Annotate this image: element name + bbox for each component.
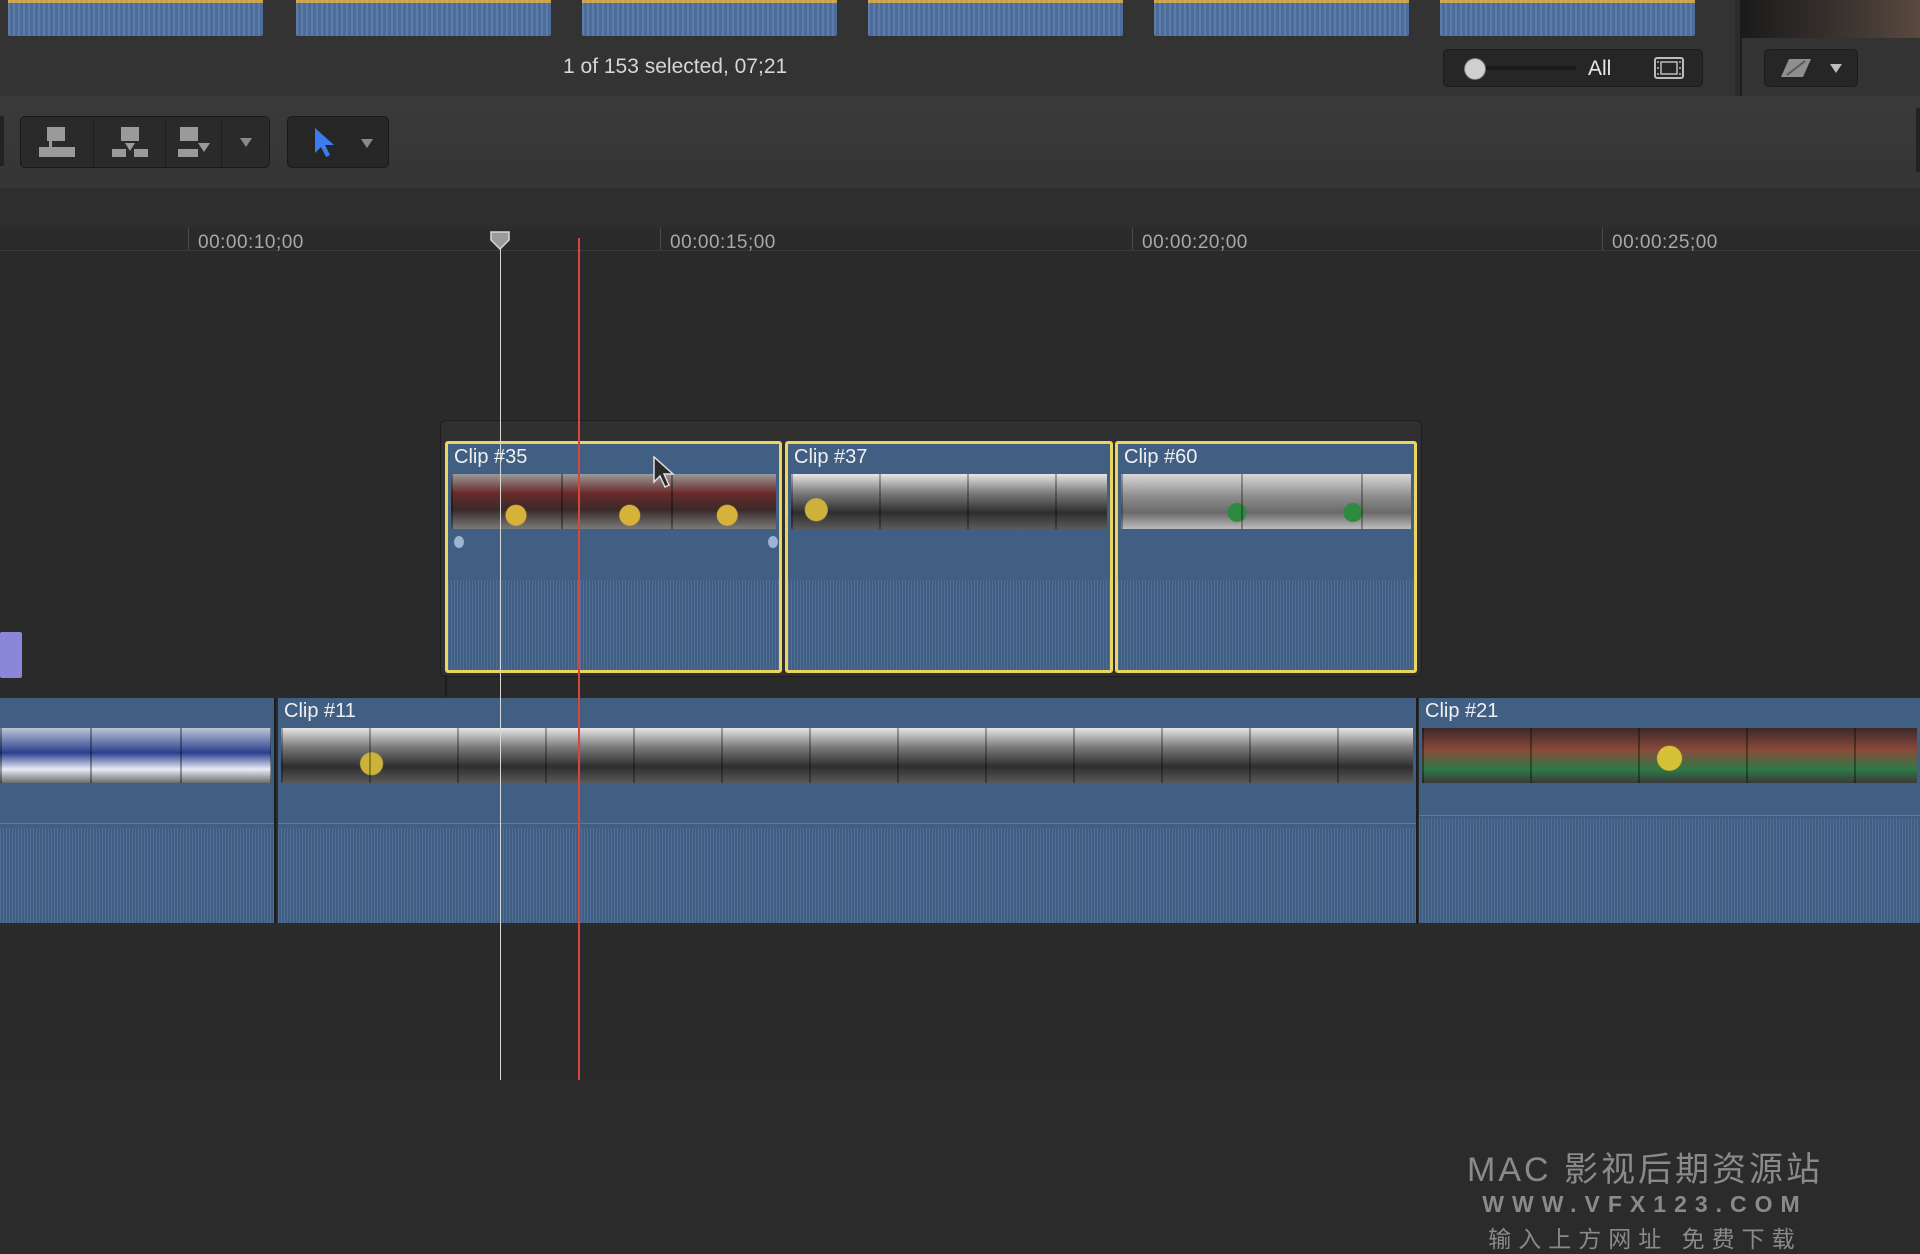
zoom-all-label[interactable]: All [1588, 57, 1611, 81]
tools-popup-button[interactable] [287, 116, 389, 168]
chevron-down-icon[interactable] [1829, 62, 1843, 74]
connect-clip-button[interactable] [21, 117, 91, 167]
playhead-handle-icon[interactable] [489, 230, 511, 250]
connected-clip-edge[interactable] [0, 632, 22, 678]
skimmer-line [578, 238, 580, 1080]
clip-name: Clip #11 [284, 700, 356, 722]
effects-icon [1781, 59, 1811, 77]
volume-line[interactable] [0, 823, 274, 824]
append-clip-icon [178, 127, 210, 157]
watermark-title: MAC 影视后期资源站 [1467, 1151, 1823, 1189]
chevron-down-icon [361, 139, 373, 148]
clip-thumbnails [791, 474, 1107, 529]
edit-menu-button[interactable] [221, 117, 270, 167]
clip-name: Clip #21 [1425, 700, 1499, 722]
clip-name: Clip #35 [454, 446, 528, 468]
browser-filmstrip [0, 0, 1735, 38]
insert-clip-icon [112, 127, 148, 157]
clip-thumbnails [1422, 728, 1917, 783]
volume-line[interactable] [278, 823, 1416, 824]
browser-clip-thumbnail[interactable] [8, 0, 263, 36]
audio-waveform [448, 580, 779, 670]
audio-waveform [278, 828, 1416, 923]
browser-clip-thumbnail[interactable] [1440, 0, 1695, 36]
panel-edge [1916, 108, 1920, 172]
clip-thumbnails [1121, 474, 1411, 529]
timeline-toolbar [0, 96, 1920, 189]
primary-clip[interactable]: Clip #11 [278, 698, 1418, 923]
audio-waveform [0, 828, 274, 923]
timeline-header-band [0, 188, 1920, 228]
edit-buttons-group [20, 116, 270, 168]
filmstrip-icon[interactable] [1654, 57, 1684, 79]
chevron-down-icon [240, 138, 252, 147]
primary-clip[interactable] [0, 698, 276, 923]
zoom-slider-knob[interactable] [1464, 58, 1486, 80]
browser-clip-thumbnail[interactable] [1154, 0, 1409, 36]
timeline-ruler[interactable]: 00:00:10;00 00:00:15;00 00:00:20;00 00:0… [0, 228, 1920, 253]
clip-name: Clip #60 [1124, 446, 1198, 468]
volume-line[interactable] [1419, 815, 1920, 816]
connected-clip[interactable]: Clip #37 [785, 441, 1113, 673]
clip-zoom-control: All [1443, 49, 1703, 87]
playhead-line[interactable] [500, 238, 501, 1080]
audio-waveform [1419, 818, 1920, 923]
clip-thumbnails [281, 728, 1413, 783]
browser-clip-thumbnail[interactable] [296, 0, 551, 36]
connect-clip-icon [39, 127, 75, 157]
viewer-preview [1740, 0, 1920, 38]
watermark-tagline: 输入上方网址 免费下载 [1488, 1226, 1802, 1252]
ruler-tick [188, 228, 189, 250]
ruler-tick [660, 228, 661, 250]
selection-status: 1 of 153 selected, 07;21 [563, 55, 788, 78]
ruler-tick [1132, 228, 1133, 250]
insert-clip-button[interactable] [93, 117, 164, 167]
clip-thumbnails [0, 728, 271, 783]
watermark-url: WWW.VFX123.COM [1482, 1191, 1808, 1217]
clip-marker[interactable] [454, 536, 464, 548]
ruler-tick [1602, 228, 1603, 250]
append-clip-button[interactable] [165, 117, 222, 167]
watermark: MAC 影视后期资源站 WWW.VFX123.COM 输入上方网址 免费下载 [1465, 1142, 1825, 1254]
mouse-cursor-icon [653, 456, 675, 489]
ruler-timecode: 00:00:10;00 [198, 232, 304, 253]
audio-waveform [788, 580, 1110, 670]
browser-status-bar: 1 of 153 selected, 07;21 All [0, 38, 1735, 97]
primary-clip[interactable]: Clip #21 [1419, 698, 1920, 923]
browser-clip-thumbnail[interactable] [582, 0, 837, 36]
ruler-timecode: 00:00:25;00 [1612, 232, 1718, 253]
connection-line [445, 675, 447, 697]
effects-button[interactable] [1764, 49, 1858, 87]
arrow-select-tool-icon [315, 128, 334, 157]
audio-waveform [1118, 580, 1414, 670]
clip-marker[interactable] [768, 536, 778, 548]
timeline[interactable]: 00:00:10;00 00:00:15;00 00:00:20;00 00:0… [0, 188, 1920, 1252]
connected-clip[interactable]: Clip #35 [445, 441, 782, 673]
clip-name: Clip #37 [794, 446, 868, 468]
browser-clip-thumbnail[interactable] [868, 0, 1123, 36]
panel-edge [0, 116, 4, 166]
ruler-timecode: 00:00:15;00 [670, 232, 776, 253]
connected-clip[interactable]: Clip #60 [1115, 441, 1417, 673]
effects-control-area [1740, 38, 1920, 96]
ruler-timecode: 00:00:20;00 [1142, 232, 1248, 253]
